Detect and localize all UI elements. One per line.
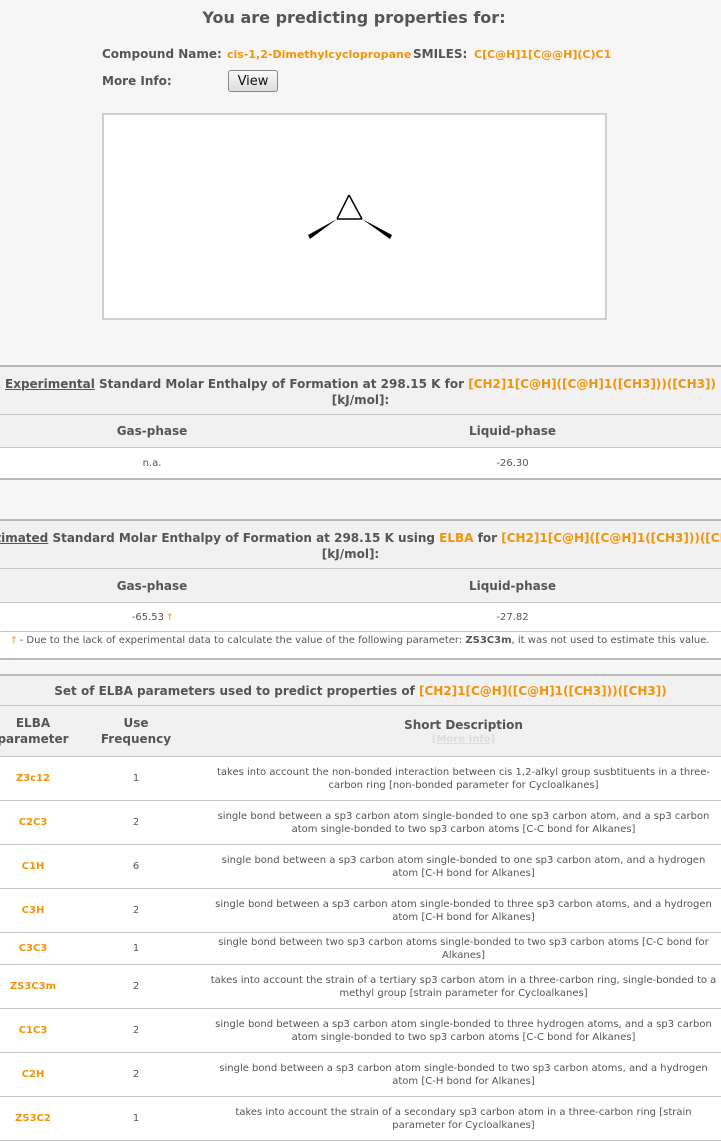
estimated-title: Estimated Standard Molar Enthalpy of For… [0,519,721,569]
elba-parameters-table: Set of ELBA parameters used to predict p… [0,674,721,1141]
parameter-description: single bond between a sp3 carbon atom si… [215,898,712,923]
parameter-description: single bond between two sp3 carbon atoms… [218,936,709,961]
use-frequency-value: 2 [132,1068,140,1080]
use-frequency-value: 6 [132,860,140,872]
more-info-link[interactable]: [More Info] [432,734,495,745]
params-header-row: ELBA parameter Use Frequency Short Descrip… [0,706,721,757]
estimated-for: for [473,531,502,545]
params-species: [CH2]1[C@H]([C@H]1([CH3]))([CH3]) [418,684,667,698]
experimental-section: Experimental Standard Molar Enthalpy of … [0,365,721,480]
experimental-unit: [kJ/mol]: [331,393,390,407]
col-short-description-label: Short Description [404,717,523,732]
table-row: C1H 6 single bond between a sp3 carbon ato… [0,845,721,889]
col-elba-parameter-line2: parameter [0,732,69,746]
parameter-description: takes into account the strain of a terti… [210,974,717,999]
parameter-description: single bond between a sp3 carbon atom si… [219,1062,708,1087]
estimated-gas-value-cell: -65.53 † [0,603,304,631]
col-elba-parameter: ELBA parameter [0,706,69,756]
molecule-structure-image [102,113,607,320]
parameter-name-link[interactable]: C2H [0,1053,66,1096]
col-gas-phase: Gas-phase [116,424,188,438]
parameter-name-link[interactable]: ZS3C3m [0,965,66,1008]
parameter-name-link[interactable]: Z3c12 [0,757,66,800]
footnote-text: - Due to the lack of experimental data t… [16,635,466,646]
estimated-unit: [kJ/mol]: [321,547,380,561]
smiles-label: SMILES: [413,47,468,61]
params-title-text: Set of ELBA parameters used to predict p… [54,684,419,698]
experimental-gas-value: n.a. [142,457,162,469]
parameter-name-link[interactable]: ZS3C2 [0,1097,66,1140]
col-liquid-phase: Liquid-phase [468,578,557,593]
col-liquid-phase: Liquid-phase [468,424,557,438]
dagger-mark: † [167,611,173,623]
use-frequency-value: 1 [132,772,140,784]
col-short-description: Short Description [More Info] [206,706,721,756]
col-gas-phase: Gas-phase [116,578,188,593]
parameter-description: single bond between a sp3 carbon atom si… [221,854,706,879]
use-frequency-value: 2 [132,1024,140,1036]
experimental-title: Experimental Standard Molar Enthalpy of … [0,365,721,415]
footnote-param: ZS3C3m [465,635,512,646]
parameter-name-link[interactable]: C3C3 [0,933,66,964]
col-elba-parameter-line1: ELBA [15,716,51,730]
parameter-description: takes into account the non-bonded intera… [216,766,711,791]
parameter-description: single bond between a sp3 carbon atom si… [215,1018,712,1043]
estimated-gas-value: -65.53 [131,611,165,623]
more-info-label: More Info: [102,74,172,88]
estimated-species: [CH2]1[C@H]([C@H]1([CH3]))([CH3]) [501,531,721,545]
experimental-title-text: Standard Molar Enthalpy of Formation at … [94,377,469,391]
page-title: You are predicting properties for: [202,8,506,27]
estimated-footnote: † - Due to the lack of experimental data… [0,632,721,660]
parameter-description: takes into account the strain of a secon… [235,1106,692,1131]
parameter-name-link[interactable]: C1C3 [0,1009,66,1052]
table-row: C2H 2 single bond between a sp3 carbon ato… [0,1053,721,1097]
col-use-frequency: Use Frequency [66,706,206,756]
col-use-frequency-line1: Use [123,716,149,730]
compound-name-label: Compound Name: [102,47,222,61]
estimated-header-row: Gas-phase Liquid-phase [0,569,721,603]
smiles-value: C[C@H]1[C@@H](C)C1 [474,48,612,61]
params-title: Set of ELBA parameters used to predict p… [0,674,721,706]
table-row: C2C3 2 single bond between a sp3 carbon at… [0,801,721,845]
table-row: C3C3 1 single bond between two sp3 carbon … [0,933,721,965]
table-row: C3H 2 single bond between a sp3 carbon ato… [0,889,721,933]
table-row: ZS3C3m 2 takes into account the strain of … [0,965,721,1009]
parameter-name-link[interactable]: C1H [0,845,66,888]
experimental-species: [CH2]1[C@H]([C@H]1([CH3]))([CH3]) [468,377,716,391]
params-rows: Z3c12 1 takes into account the non-bonded … [0,757,721,1141]
parameter-name-link[interactable]: C2C3 [0,801,66,844]
table-row: ZS3C2 1 takes into account the strain of a… [0,1097,721,1141]
experimental-link[interactable]: Experimental [5,377,95,391]
use-frequency-value: 1 [132,942,140,954]
estimated-value-row: -65.53 † -27.82 [0,603,721,632]
view-button[interactable]: View [228,70,278,92]
use-frequency-value: 2 [132,816,140,828]
estimated-title-text: Standard Molar Enthalpy of Formation at … [48,531,440,545]
molecule-structure-drawing [308,194,392,239]
experimental-value-row: n.a. -26.30 [0,448,721,480]
use-frequency-value: 2 [132,904,140,916]
col-use-frequency-line2: Frequency [100,732,172,746]
parameter-description: single bond between a sp3 carbon atom si… [217,810,710,835]
compound-name-value: cis-1,2-Dimethylcyclopropane [227,48,412,61]
estimated-liquid-value: -27.82 [496,611,529,623]
elba-method: ELBA [439,531,474,545]
experimental-header-row: Gas-phase Liquid-phase [0,415,721,448]
use-frequency-value: 1 [132,1112,140,1124]
estimated-section: Estimated Standard Molar Enthalpy of For… [0,519,721,660]
experimental-liquid-value: -26.30 [496,457,529,469]
estimated-link[interactable]: Estimated [0,531,48,545]
table-row: C1C3 2 single bond between a sp3 carbon at… [0,1009,721,1053]
parameter-name-link[interactable]: C3H [0,889,66,932]
footnote-end: , it was not used to estimate this value… [511,635,710,646]
table-row: Z3c12 1 takes into account the non-bonded … [0,757,721,801]
use-frequency-value: 2 [132,980,140,992]
